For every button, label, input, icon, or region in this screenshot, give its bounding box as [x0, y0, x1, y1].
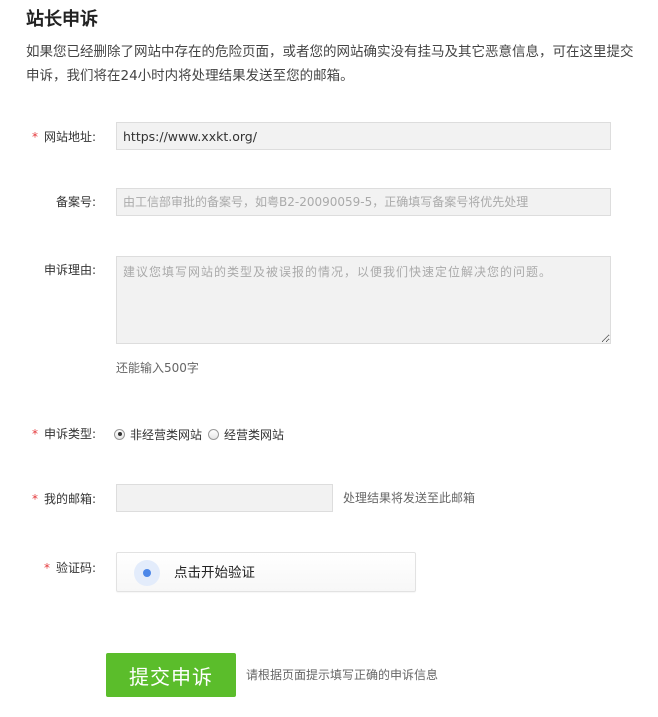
captcha-verify-button[interactable]: 点击开始验证: [116, 552, 416, 592]
required-mark: *: [31, 492, 38, 506]
required-mark: *: [43, 561, 50, 575]
reason-label: 申诉理由:: [43, 263, 96, 277]
radio-commercial[interactable]: [208, 428, 220, 440]
radio-non-commercial-label[interactable]: 非经营类网站: [130, 426, 202, 443]
required-mark: *: [31, 130, 38, 144]
site-url-row: * 网站地址:: [0, 122, 658, 150]
submit-appeal-button[interactable]: 提交申诉: [106, 653, 236, 697]
reason-textarea[interactable]: [116, 256, 611, 344]
site-url-input[interactable]: [116, 122, 611, 150]
intro-text: 如果您已经删除了网站中存在的危险页面，或者您的网站确实没有挂马及其它恶意信息，可…: [26, 44, 634, 84]
reason-row: 申诉理由: 还能输入500字: [0, 256, 658, 376]
appeal-type-label: * 申诉类型:: [31, 427, 96, 441]
email-input[interactable]: [116, 484, 333, 512]
radio-commercial-label[interactable]: 经营类网站: [224, 426, 284, 443]
email-hint: 处理结果将发送至此邮箱: [343, 491, 476, 505]
captcha-row: * 验证码: 点击开始验证: [0, 552, 658, 592]
required-mark: *: [31, 427, 38, 441]
icp-row: 备案号:: [0, 188, 658, 216]
radio-non-commercial[interactable]: [114, 428, 125, 440]
icp-input[interactable]: [116, 188, 611, 216]
email-label: * 我的邮箱:: [31, 492, 96, 506]
captcha-button-text: 点击开始验证: [174, 565, 255, 581]
verify-dot-icon: [134, 560, 160, 586]
appeal-type-row: * 申诉类型: 非经营类网站 经营类网站: [0, 426, 658, 442]
captcha-label: * 验证码:: [43, 561, 96, 575]
char-count-hint: 还能输入500字: [116, 361, 199, 375]
submit-hint: 请根据页面提示填写正确的申诉信息: [246, 668, 439, 682]
icp-label: 备案号:: [55, 195, 96, 209]
site-url-label: * 网站地址:: [31, 130, 96, 144]
page-title: 站长申诉: [26, 9, 98, 30]
email-row: * 我的邮箱: 处理结果将发送至此邮箱: [0, 484, 658, 512]
submit-row: 提交申诉 请根据页面提示填写正确的申诉信息: [0, 653, 658, 697]
appeal-type-radio-group: 非经营类网站 经营类网站: [114, 426, 290, 442]
